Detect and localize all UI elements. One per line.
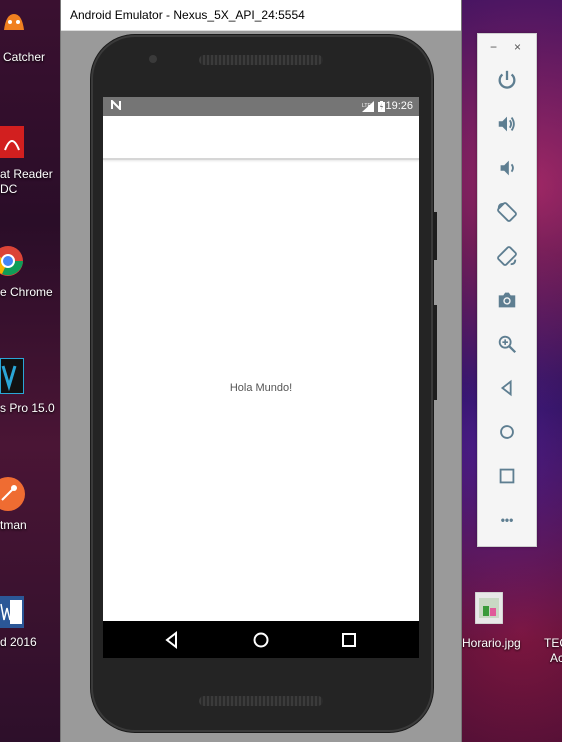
nav-home-icon[interactable] <box>251 630 271 650</box>
desktop-label-horario: Horario.jpg <box>462 636 521 650</box>
chrome-icon[interactable] <box>0 244 24 278</box>
power-side-button <box>433 212 437 260</box>
notification-n-icon <box>111 98 121 113</box>
overview-icon[interactable] <box>495 464 519 488</box>
catcher-icon[interactable] <box>0 8 28 36</box>
phone-screen[interactable]: LTE 19:26 Hola Mundo! <box>103 97 419 658</box>
bottom-speaker <box>199 696 323 706</box>
camera-icon[interactable] <box>495 288 519 312</box>
status-time: 19:26 <box>385 100 413 112</box>
top-speaker <box>199 55 323 65</box>
status-bar: LTE 19:26 <box>103 97 419 116</box>
toolbar-minimize-button[interactable]: − <box>490 40 497 54</box>
image-file-icon[interactable] <box>474 591 504 625</box>
desktop-label-reader: at Reader <box>0 167 53 181</box>
desktop-label-tec: TEC <box>544 636 562 650</box>
desktop-label-ac: Ac <box>550 651 562 665</box>
toolbar-close-button[interactable]: × <box>514 40 521 54</box>
hello-text: Hola Mundo! <box>229 382 293 394</box>
desktop-left-strip: Catcher at Reader DC e Chrome s Pro 15.0… <box>0 0 62 742</box>
home-icon[interactable] <box>495 420 519 444</box>
battery-icon <box>378 101 385 112</box>
postman-icon[interactable] <box>0 476 26 512</box>
signal-icon: LTE <box>362 101 374 112</box>
rotate-right-icon[interactable] <box>495 244 519 268</box>
desktop-label-word: d 2016 <box>0 635 37 649</box>
more-button[interactable]: ••• <box>495 508 519 532</box>
volume-up-icon[interactable] <box>495 112 519 136</box>
desktop-label-chrome: e Chrome <box>0 285 53 299</box>
back-icon[interactable] <box>495 376 519 400</box>
volume-down-icon[interactable] <box>495 156 519 180</box>
volume-side-button <box>433 305 437 400</box>
power-icon[interactable] <box>495 68 519 92</box>
front-camera <box>149 55 157 63</box>
desktop-label-catcher: Catcher <box>3 50 46 64</box>
emulator-window: Android Emulator - Nexus_5X_API_24:5554 … <box>60 0 462 742</box>
rotate-left-icon[interactable] <box>495 200 519 224</box>
nav-bar <box>103 621 419 658</box>
desktop-label-dc: DC <box>0 182 18 196</box>
desktop-label-postman: tman <box>0 518 27 532</box>
nav-back-icon[interactable] <box>162 630 182 650</box>
zoom-icon[interactable] <box>495 332 519 356</box>
desktop-label-pro: s Pro 15.0 <box>0 401 55 415</box>
window-title: Android Emulator - Nexus_5X_API_24:5554 <box>70 8 305 22</box>
acrobat-icon[interactable] <box>0 126 24 158</box>
emulator-toolbar: − × ••• <box>477 33 537 547</box>
word-icon[interactable] <box>0 596 24 628</box>
visual-icon[interactable] <box>0 357 25 395</box>
nav-recents-icon[interactable] <box>339 630 359 650</box>
app-bar <box>103 116 419 160</box>
emulator-titlebar[interactable]: Android Emulator - Nexus_5X_API_24:5554 <box>61 0 461 31</box>
svg-text:LTE: LTE <box>362 103 371 109</box>
phone-frame: LTE 19:26 Hola Mundo! <box>91 35 433 732</box>
